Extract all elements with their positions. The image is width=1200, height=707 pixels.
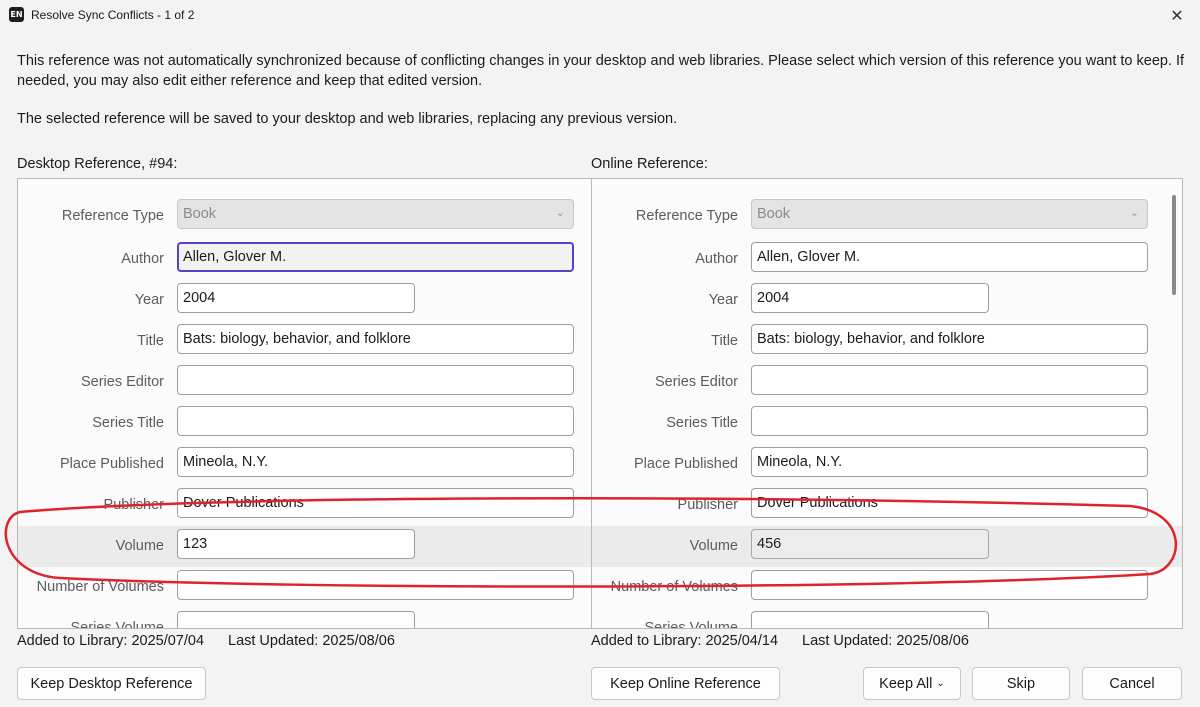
field-label: Reference Type — [61, 208, 164, 224]
place-published-field[interactable]: Mineola, N.Y. — [751, 447, 1148, 477]
row-title: Title Bats: biology, behavior, and folkl… — [18, 321, 591, 362]
series-title-field[interactable] — [177, 406, 574, 436]
field-label: Volume — [115, 538, 164, 554]
field-label: Series Volume — [644, 620, 739, 629]
chevron-down-icon: ⌄ — [555, 206, 565, 219]
publisher-field[interactable]: Dover Publications — [751, 488, 1148, 518]
field-label: Reference Type — [635, 208, 738, 224]
field-label: Volume — [689, 538, 738, 554]
year-field[interactable]: 2004 — [751, 283, 989, 313]
row-publisher: Publisher Dover Publications — [18, 485, 591, 526]
row-number-of-volumes: Number of Volumes — [592, 567, 1182, 608]
skip-button[interactable]: Skip — [972, 667, 1070, 700]
field-label: Number of Volumes — [36, 579, 164, 595]
author-field[interactable]: Allen, Glover M. — [751, 242, 1148, 272]
field-label: Place Published — [60, 456, 164, 472]
row-publisher: Publisher Dover Publications — [592, 485, 1182, 526]
row-volume: Volume 456 — [592, 526, 1182, 567]
title-field[interactable]: Bats: biology, behavior, and folklore — [177, 324, 574, 354]
field-label: Author — [121, 251, 164, 267]
chevron-down-icon: ⌄ — [1129, 206, 1139, 219]
desktop-reference-panel: Reference Type Book ⌄ Author Allen, Glov… — [17, 178, 592, 629]
row-author: Author Allen, Glover M. — [18, 239, 591, 280]
online-last-updated: Last Updated: 2025/08/06 — [802, 633, 969, 649]
publisher-field[interactable]: Dover Publications — [177, 488, 574, 518]
row-series-editor: Series Editor — [592, 362, 1182, 403]
window-title: Resolve Sync Conflicts - 1 of 2 — [31, 8, 195, 22]
number-of-volumes-field[interactable] — [751, 570, 1148, 600]
row-series-volume: Series Volume — [592, 608, 1182, 629]
field-label: Year — [134, 292, 164, 308]
series-volume-field[interactable] — [177, 611, 415, 628]
row-author: Author Allen, Glover M. — [592, 239, 1182, 280]
row-series-editor: Series Editor — [18, 362, 591, 403]
row-place-published: Place Published Mineola, N.Y. — [18, 444, 591, 485]
volume-field[interactable]: 456 — [751, 529, 989, 559]
field-label: Series Title — [666, 415, 738, 431]
row-series-volume: Series Volume — [18, 608, 591, 629]
place-published-field[interactable]: Mineola, N.Y. — [177, 447, 574, 477]
field-label: Series Volume — [70, 620, 165, 629]
field-label: Title — [711, 333, 738, 349]
reference-type-select: Book ⌄ — [751, 199, 1148, 229]
row-reference-type: Reference Type Book ⌄ — [18, 196, 591, 237]
keep-all-button[interactable]: Keep All ⌄ — [863, 667, 961, 700]
desktop-reference-header: Desktop Reference, #94: — [17, 156, 178, 172]
row-year: Year 2004 — [592, 280, 1182, 321]
row-reference-type: Reference Type Book ⌄ — [592, 196, 1182, 237]
field-label: Place Published — [634, 456, 738, 472]
volume-field[interactable]: 123 — [177, 529, 415, 559]
year-field[interactable]: 2004 — [177, 283, 415, 313]
field-label: Series Title — [92, 415, 164, 431]
keep-all-label: Keep All — [879, 676, 933, 692]
row-place-published: Place Published Mineola, N.Y. — [592, 444, 1182, 485]
scrollbar-thumb[interactable] — [1172, 195, 1176, 295]
intro-note: The selected reference will be saved to … — [17, 111, 678, 127]
online-reference-panel: Reference Type Book ⌄ Author Allen, Glov… — [591, 178, 1183, 629]
keep-desktop-reference-button[interactable]: Keep Desktop Reference — [17, 667, 206, 700]
desktop-added-date: Added to Library: 2025/07/04 — [17, 633, 205, 649]
field-label: Number of Volumes — [610, 579, 738, 595]
row-volume: Volume 123 — [18, 526, 591, 567]
field-label: Publisher — [677, 497, 738, 513]
desktop-last-updated: Last Updated: 2025/08/06 — [228, 633, 395, 649]
chevron-down-icon: ⌄ — [936, 678, 945, 689]
author-field[interactable]: Allen, Glover M. — [177, 242, 574, 272]
number-of-volumes-field[interactable] — [177, 570, 574, 600]
row-series-title: Series Title — [592, 403, 1182, 444]
intro-paragraph: This reference was not automatically syn… — [17, 53, 1185, 89]
close-icon[interactable]: ✕ — [1154, 0, 1200, 31]
row-number-of-volumes: Number of Volumes — [18, 567, 591, 608]
endnote-app-icon: EN — [9, 7, 24, 22]
title-field[interactable]: Bats: biology, behavior, and folklore — [751, 324, 1148, 354]
row-series-title: Series Title — [18, 403, 591, 444]
online-reference-header: Online Reference: — [591, 156, 708, 172]
row-year: Year 2004 — [18, 280, 591, 321]
field-label: Publisher — [103, 497, 164, 513]
field-label: Year — [708, 292, 738, 308]
field-label: Series Editor — [80, 374, 164, 390]
online-added-date: Added to Library: 2025/04/14 — [591, 633, 779, 649]
field-label: Title — [137, 333, 164, 349]
field-label: Author — [695, 251, 738, 267]
title-bar: EN Resolve Sync Conflicts - 1 of 2 ✕ — [0, 0, 1200, 31]
field-label: Series Editor — [654, 374, 738, 390]
row-title: Title Bats: biology, behavior, and folkl… — [592, 321, 1182, 362]
reference-type-select: Book ⌄ — [177, 199, 574, 229]
series-title-field[interactable] — [751, 406, 1148, 436]
series-volume-field[interactable] — [751, 611, 989, 628]
cancel-button[interactable]: Cancel — [1082, 667, 1182, 700]
series-editor-field[interactable] — [177, 365, 574, 395]
series-editor-field[interactable] — [751, 365, 1148, 395]
keep-online-reference-button[interactable]: Keep Online Reference — [591, 667, 780, 700]
